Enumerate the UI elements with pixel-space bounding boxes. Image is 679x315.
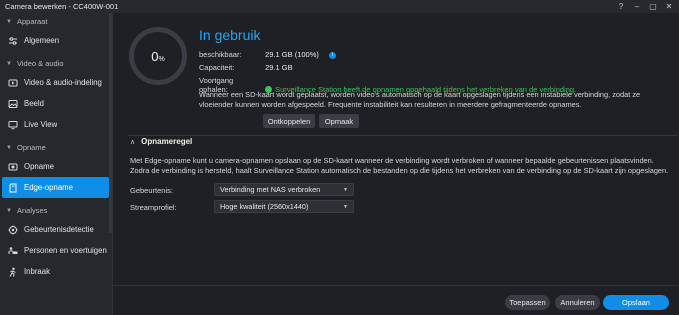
section-label: Analyses [17, 206, 48, 215]
sidebar-item-label: Algemeen [24, 36, 60, 45]
event-select-value: Verbinding met NAS verbroken [220, 185, 321, 194]
recording-rule-title: Opnameregel [141, 137, 193, 146]
event-label: Gebeurtenis: [130, 186, 173, 195]
available-label: beschikbaar: [199, 50, 242, 59]
capacity-value: 29.1 GB [265, 63, 293, 72]
sidebar: ▼ Apparaat Algemeen ▼ Video & audio Vide… [0, 13, 113, 315]
usage-gauge: 0% [129, 27, 187, 85]
sidebar-item-label: Edge-opname [24, 183, 73, 192]
divider [128, 135, 677, 136]
sidebar-scrollbar[interactable] [109, 13, 112, 233]
video-icon [8, 78, 18, 88]
format-button[interactable]: Opmaak [319, 114, 359, 128]
status-title: In gebruik [199, 27, 261, 43]
chevron-down-icon: ▼ [6, 60, 12, 67]
save-button[interactable]: Opslaan [603, 295, 669, 310]
info-icon[interactable]: i [328, 51, 336, 59]
chevron-down-icon: ▼ [6, 144, 12, 151]
sd-card-icon [8, 183, 18, 193]
intrusion-icon [8, 267, 18, 277]
monitor-icon [8, 120, 18, 130]
available-row: beschikbaar: 29.1 GB (100%) i [199, 50, 336, 59]
sd-card-description: Wanneer een SD-kaart wordt geplaatst, wo… [199, 90, 641, 109]
title-bar: Camera bewerken - CC400W-001 ? – ▢ ✕ [0, 0, 679, 13]
sidebar-item-label: Opname [24, 162, 54, 171]
close-icon[interactable]: ✕ [663, 1, 675, 12]
capacity-row: Capaciteit: 29.1 GB [199, 63, 293, 72]
unmount-button[interactable]: Ontkoppelen [263, 114, 315, 128]
sidebar-item-edge-opname[interactable]: Edge-opname [2, 177, 109, 198]
footer: Toepassen Annuleren Opslaan [113, 285, 679, 315]
caret-down-icon: ▼ [343, 203, 348, 210]
caret-down-icon: ▼ [343, 186, 348, 193]
sidebar-item-label: Beeld [24, 99, 44, 108]
cancel-button[interactable]: Annuleren [555, 295, 600, 310]
sidebar-item-personen-en-voertuigen[interactable]: Personen en voertuigen [0, 240, 109, 261]
chevron-down-icon: ▼ [6, 207, 12, 214]
recording-rule-header[interactable]: ∧ Opnameregel [130, 137, 192, 146]
sidebar-item-label: Video & audio-indeling [24, 78, 102, 87]
main-content: 0% In gebruik beschikbaar: 29.1 GB (100%… [116, 13, 679, 285]
sidebar-item-label: Live View [24, 120, 58, 129]
help-icon[interactable]: ? [615, 1, 627, 12]
sidebar-section-opname[interactable]: ▼ Opname [0, 139, 112, 156]
apply-button[interactable]: Toepassen [505, 295, 550, 310]
section-label: Apparaat [17, 17, 48, 26]
sidebar-item-gebeurtenisdetectie[interactable]: Gebeurtenisdetectie [0, 219, 109, 240]
maximize-icon[interactable]: ▢ [647, 1, 659, 12]
available-value: 29.1 GB (100%) [265, 50, 319, 59]
recording-rule-description: Met Edge-opname kunt u camera-opnamen op… [130, 156, 669, 175]
sidebar-item-live-view[interactable]: Live View [0, 114, 109, 135]
sidebar-item-video-audio-indeling[interactable]: Video & audio-indeling [0, 72, 109, 93]
sidebar-section-video-audio[interactable]: ▼ Video & audio [0, 55, 112, 72]
section-label: Opname [17, 143, 46, 152]
usage-percent: 0% [151, 48, 165, 64]
target-icon [8, 225, 18, 235]
event-select[interactable]: Verbinding met NAS verbroken ▼ [214, 183, 354, 196]
sliders-icon [8, 36, 18, 46]
sidebar-item-opname[interactable]: Opname [0, 156, 109, 177]
sidebar-item-label: Gebeurtenisdetectie [24, 225, 94, 234]
capacity-label: Capaciteit: [199, 63, 235, 72]
chevron-up-icon: ∧ [130, 138, 136, 146]
minimize-icon[interactable]: – [631, 1, 643, 12]
sidebar-item-label: Personen en voertuigen [24, 246, 107, 255]
stream-label: Streamprofiel: [130, 203, 177, 212]
stream-profile-select[interactable]: Hoge kwaliteit (2560x1440) ▼ [214, 200, 354, 213]
sidebar-item-inbraak[interactable]: Inbraak [0, 261, 109, 282]
sidebar-section-analyses[interactable]: ▼ Analyses [0, 202, 112, 219]
sidebar-item-label: Inbraak [24, 267, 51, 276]
stream-select-value: Hoge kwaliteit (2560x1440) [220, 202, 309, 211]
section-label: Video & audio [17, 59, 64, 68]
person-vehicle-icon [8, 246, 18, 256]
sidebar-item-beeld[interactable]: Beeld [0, 93, 109, 114]
window-controls: ? – ▢ ✕ [615, 1, 675, 12]
sidebar-section-apparaat[interactable]: ▼ Apparaat [0, 13, 112, 30]
image-icon [8, 99, 18, 109]
record-icon [8, 162, 18, 172]
sidebar-item-algemeen[interactable]: Algemeen [0, 30, 109, 51]
chevron-down-icon: ▼ [6, 18, 12, 25]
window-title: Camera bewerken - CC400W-001 [5, 2, 119, 11]
